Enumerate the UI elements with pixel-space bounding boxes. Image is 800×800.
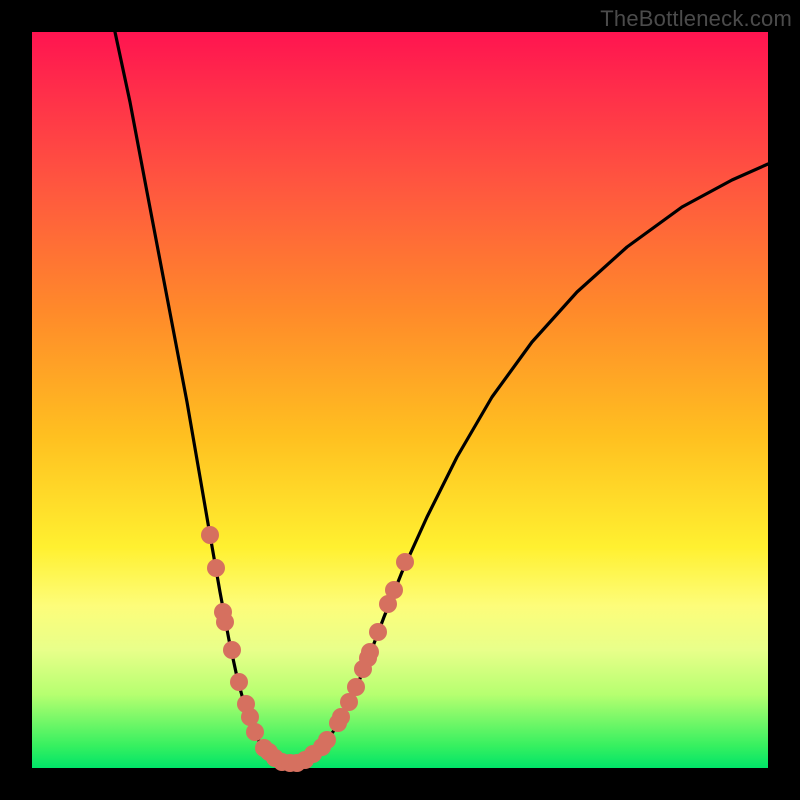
curve-marker	[207, 559, 225, 577]
curve-marker	[396, 553, 414, 571]
curve-marker	[223, 641, 241, 659]
curve-svg	[32, 32, 768, 768]
curve-marker	[246, 723, 264, 741]
curve-marker	[230, 673, 248, 691]
curve-marker	[369, 623, 387, 641]
curve-marker	[216, 613, 234, 631]
curve-marker	[318, 731, 336, 749]
curve-marker	[347, 678, 365, 696]
chart-frame: TheBottleneck.com	[0, 0, 800, 800]
curve-markers	[201, 526, 414, 772]
curve-marker	[201, 526, 219, 544]
curve-marker	[385, 581, 403, 599]
watermark-text: TheBottleneck.com	[600, 6, 792, 32]
bottleneck-curve	[115, 32, 768, 763]
plot-area	[32, 32, 768, 768]
curve-marker	[361, 643, 379, 661]
